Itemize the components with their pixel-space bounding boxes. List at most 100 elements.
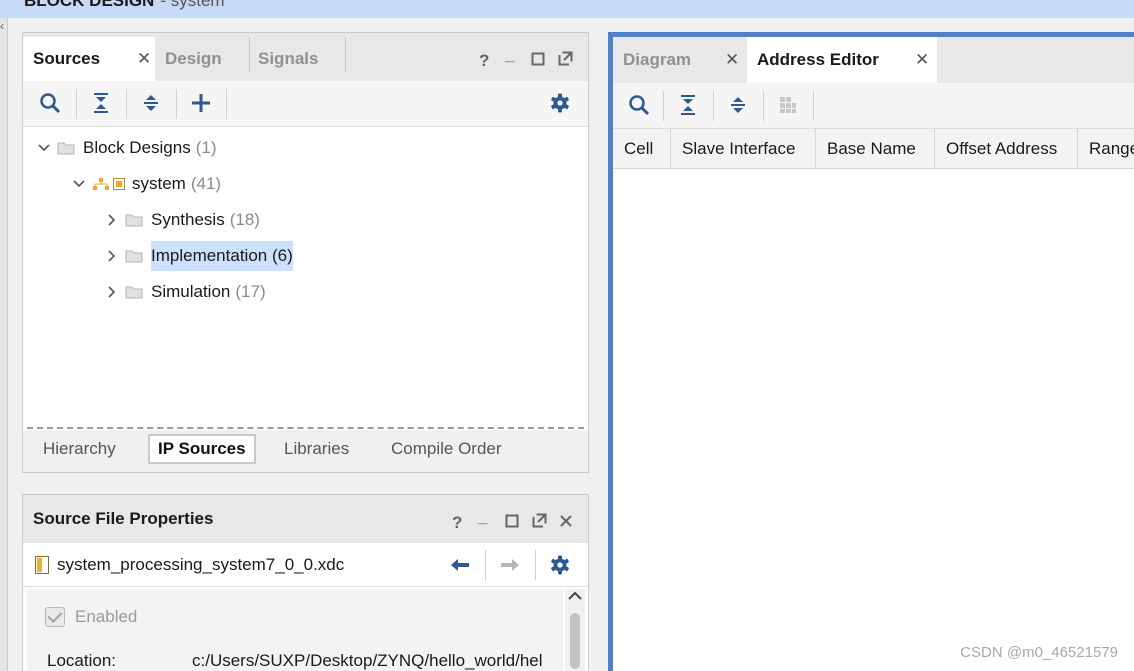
close-icon[interactable]: ✕ — [137, 49, 151, 69]
sources-panel: Sources ✕ Design Signals ? _ Block Desig… — [22, 32, 589, 473]
sources-tree: Block Designs (1) system (41) Synthesis … — [23, 127, 588, 427]
sources-toolbar — [23, 81, 588, 127]
maximize-icon[interactable] — [505, 513, 519, 533]
tree-node-simulation[interactable]: Simulation (17) — [105, 275, 266, 309]
chevron-right-icon[interactable] — [105, 249, 119, 263]
left-edge-caret-icon[interactable]: ‹ — [0, 20, 4, 32]
location-value: c:/Users/SUXP/Desktop/ZYNQ/hello_world/h… — [192, 651, 543, 670]
properties-file-row: system_processing_system7_0_0.xdc — [23, 543, 588, 587]
tab-divider — [345, 37, 346, 73]
chevron-right-icon[interactable] — [105, 285, 119, 299]
node-count: (6) — [271, 246, 293, 265]
folder-icon — [125, 286, 143, 299]
chevron-down-icon[interactable] — [72, 177, 86, 191]
file-name: system_processing_system7_0_0.xdc — [57, 555, 345, 574]
tab-diagram-label: Diagram — [623, 50, 692, 69]
properties-scrollbar[interactable] — [565, 589, 585, 671]
close-icon[interactable]: ✕ — [915, 50, 929, 70]
sources-tabbar: Sources ✕ Design Signals ? _ — [23, 33, 588, 81]
tab-hierarchy[interactable]: Hierarchy — [43, 434, 116, 464]
minimize-icon[interactable]: _ — [505, 45, 514, 65]
sources-view-tabs: Hierarchy IP Sources Libraries Compile O… — [23, 430, 588, 472]
tree-node-block-designs[interactable]: Block Designs (1) — [37, 131, 217, 165]
banner-subtitle: - system — [160, 0, 225, 10]
gear-icon[interactable] — [547, 90, 573, 116]
tab-sources[interactable]: Sources ✕ — [23, 37, 155, 81]
node-label: Block Designs — [83, 138, 191, 157]
tab-signals-label: Signals — [258, 49, 319, 68]
xdc-file-icon — [35, 556, 49, 574]
address-tabbar: Diagram ✕ Address Editor ✕ — [613, 37, 1134, 83]
tab-address-editor-label: Address Editor — [757, 50, 879, 69]
maximize-icon[interactable] — [531, 51, 545, 71]
help-icon[interactable]: ? — [452, 513, 462, 533]
node-label-selected[interactable]: Implementation (6) — [151, 241, 293, 271]
column-header-cell[interactable]: Cell — [613, 129, 671, 169]
location-label: Location: — [47, 651, 116, 670]
enabled-checkbox[interactable] — [45, 607, 65, 627]
folder-icon — [57, 142, 75, 155]
toolbar-divider — [663, 91, 664, 121]
banner-title-text: BLOCK DESIGN — [24, 0, 155, 10]
float-icon[interactable] — [532, 513, 547, 533]
tab-diagram[interactable]: Diagram ✕ — [613, 37, 747, 83]
node-label: Implementation — [151, 246, 268, 265]
tree-node-system[interactable]: system (41) — [72, 167, 221, 201]
expand-all-icon[interactable] — [725, 92, 751, 118]
node-label: system — [132, 174, 186, 193]
search-icon[interactable] — [626, 92, 652, 118]
address-table-header: Cell Slave Interface Base Name Offset Ad… — [613, 129, 1134, 169]
watermark: CSDN @m0_46521579 — [960, 644, 1118, 661]
tab-compile-order[interactable]: Compile Order — [391, 434, 502, 464]
chevron-right-icon[interactable] — [105, 213, 119, 227]
auto-assign-address-icon[interactable] — [775, 92, 801, 118]
left-edge-strip — [0, 18, 8, 671]
expand-all-icon[interactable] — [138, 90, 164, 116]
scroll-thumb[interactable] — [570, 613, 580, 669]
collapse-all-icon[interactable] — [675, 92, 701, 118]
chevron-up-icon[interactable] — [567, 589, 583, 606]
tab-sources-label: Sources — [33, 49, 101, 68]
toolbar-divider — [485, 550, 486, 580]
back-arrow-icon[interactable] — [447, 552, 473, 578]
toolbar-divider — [226, 89, 227, 119]
address-editor-panel: Diagram ✕ Address Editor ✕ Cell Slave In… — [608, 32, 1134, 671]
properties-title: Source File Properties — [33, 509, 214, 528]
toolbar-divider — [126, 89, 127, 119]
splitter-handle[interactable] — [27, 427, 584, 429]
toolbar-divider — [813, 91, 814, 121]
collapse-all-icon[interactable] — [88, 90, 114, 116]
column-header-base-name[interactable]: Base Name — [816, 129, 935, 169]
column-header-slave-interface[interactable]: Slave Interface — [671, 129, 816, 169]
column-header-range[interactable]: Range — [1078, 129, 1134, 169]
source-file-properties-panel: Source File Properties ? _ system_proces… — [22, 494, 589, 671]
forward-arrow-icon[interactable] — [497, 552, 523, 578]
add-sources-icon[interactable] — [188, 90, 214, 116]
tree-node-synthesis[interactable]: Synthesis (18) — [105, 203, 260, 237]
node-count: (41) — [190, 174, 222, 193]
gear-icon[interactable] — [547, 552, 573, 578]
tab-design[interactable]: Design — [155, 37, 249, 81]
float-icon[interactable] — [558, 51, 573, 71]
help-icon[interactable]: ? — [479, 51, 489, 71]
node-label: Synthesis — [151, 210, 225, 229]
toolbar-divider — [713, 91, 714, 121]
chevron-down-icon[interactable] — [37, 141, 51, 155]
tab-design-label: Design — [165, 49, 222, 68]
tab-ip-sources[interactable]: IP Sources — [148, 434, 256, 464]
column-header-offset-address[interactable]: Offset Address — [935, 129, 1078, 169]
properties-body: Enabled Location: c:/Users/SUXP/Desktop/… — [27, 589, 564, 671]
minimize-icon[interactable]: _ — [478, 507, 487, 527]
block-design-banner: BLOCK DESIGN - system — [0, 0, 1134, 18]
banner-title: BLOCK DESIGN - system — [24, 0, 225, 11]
properties-header: Source File Properties ? _ — [23, 495, 588, 543]
close-icon[interactable] — [559, 513, 573, 533]
tab-signals[interactable]: Signals — [248, 37, 344, 81]
folder-icon — [125, 250, 143, 263]
tab-libraries[interactable]: Libraries — [284, 434, 349, 464]
tab-address-editor[interactable]: Address Editor ✕ — [747, 37, 937, 83]
search-icon[interactable] — [37, 90, 63, 116]
tree-node-implementation[interactable]: Implementation (6) — [105, 239, 293, 273]
toolbar-divider — [176, 89, 177, 119]
close-icon[interactable]: ✕ — [725, 50, 739, 70]
